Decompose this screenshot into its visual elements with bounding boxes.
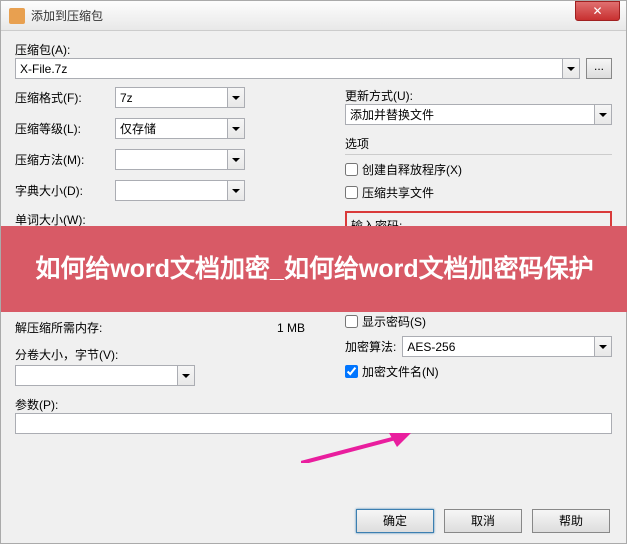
update-label: 更新方式(U): (345, 87, 612, 104)
options-title: 选项 (345, 137, 369, 151)
chevron-down-icon[interactable] (227, 88, 244, 107)
chevron-down-icon[interactable] (594, 105, 611, 124)
algo-combo[interactable]: AES-256 (402, 336, 612, 357)
ok-button[interactable]: 确定 (356, 509, 434, 533)
chevron-down-icon[interactable] (227, 150, 244, 169)
dict-combo[interactable] (115, 180, 245, 201)
cancel-button[interactable]: 取消 (444, 509, 522, 533)
archive-value: X-File.7z (20, 62, 67, 76)
volume-combo[interactable] (15, 365, 195, 386)
chevron-down-icon[interactable] (594, 337, 611, 356)
show-password-checkbox[interactable] (345, 315, 358, 328)
share-checkbox[interactable] (345, 186, 358, 199)
overlay-banner: 如何给word文档加密_如何给word文档加密码保护 (1, 226, 627, 312)
sfx-label: 创建自释放程序(X) (362, 161, 462, 178)
volume-label: 分卷大小，字节(V): (15, 346, 325, 363)
method-combo[interactable] (115, 149, 245, 170)
mem-decomp-value: 1 MB (155, 321, 325, 335)
update-combo[interactable]: 添加并替换文件 (345, 104, 612, 125)
algo-label: 加密算法: (345, 338, 396, 355)
dict-label: 字典大小(D): (15, 182, 115, 199)
sfx-checkbox[interactable] (345, 163, 358, 176)
chevron-down-icon[interactable] (562, 59, 579, 78)
help-button[interactable]: 帮助 (532, 509, 610, 533)
method-label: 压缩方法(M): (15, 151, 115, 168)
format-label: 压缩格式(F): (15, 89, 115, 106)
level-combo[interactable]: 仅存储 (115, 118, 245, 139)
encrypt-filename-checkbox[interactable] (345, 365, 358, 378)
browse-button[interactable]: ... (586, 58, 612, 79)
window-title: 添加到压缩包 (31, 7, 618, 24)
params-input[interactable] (15, 413, 612, 434)
archive-combo[interactable]: X-File.7z (15, 58, 580, 79)
chevron-down-icon[interactable] (177, 366, 194, 385)
titlebar: 添加到压缩包 ✕ (1, 1, 626, 31)
app-icon (9, 8, 25, 24)
share-label: 压缩共享文件 (362, 184, 434, 201)
level-label: 压缩等级(L): (15, 120, 115, 137)
params-label: 参数(P): (15, 396, 612, 413)
mem-decomp-label: 解压缩所需内存: (15, 319, 155, 336)
close-button[interactable]: ✕ (575, 1, 620, 21)
encrypt-filename-label: 加密文件名(N) (362, 363, 439, 380)
archive-label: 压缩包(A): (15, 41, 612, 58)
chevron-down-icon[interactable] (227, 119, 244, 138)
chevron-down-icon[interactable] (227, 181, 244, 200)
show-password-label: 显示密码(S) (362, 313, 426, 330)
format-combo[interactable]: 7z (115, 87, 245, 108)
